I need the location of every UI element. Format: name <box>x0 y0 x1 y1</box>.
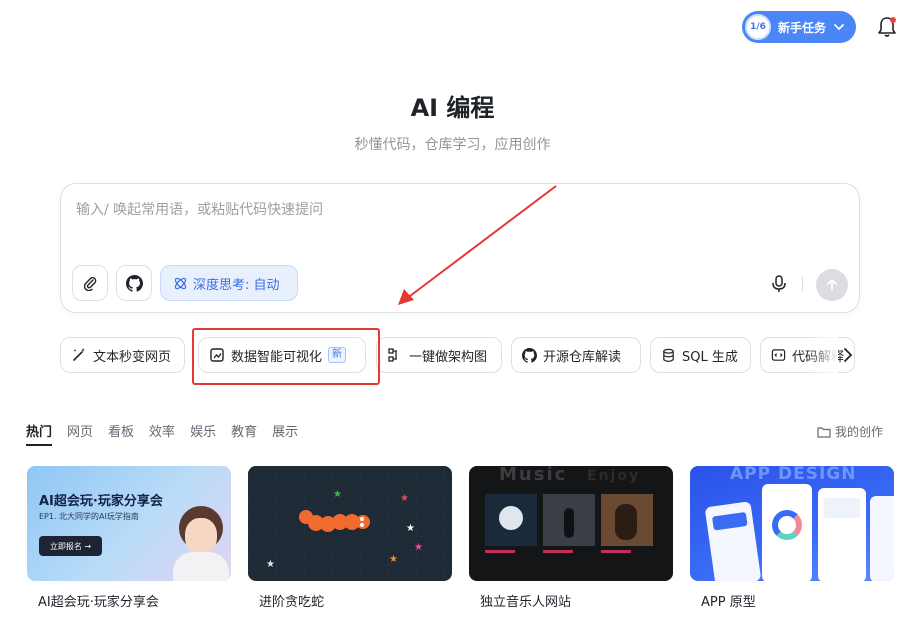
folder-icon <box>817 426 831 438</box>
microphone-icon[interactable] <box>769 274 789 294</box>
svg-text:★: ★ <box>266 559 275 570</box>
avatar-body <box>173 552 229 581</box>
phone-mockup-1 <box>704 501 762 581</box>
phone-mockup-4 <box>870 496 894 581</box>
tab-entertainment[interactable]: 娱乐 <box>190 421 216 446</box>
attach-button[interactable] <box>72 265 108 301</box>
my-creations-link[interactable]: 我的创作 <box>817 423 883 440</box>
svg-text:★: ★ <box>389 554 398 565</box>
card-thumbnail-snake-game[interactable]: ★ ★ ★ ★ ★ ★ <box>248 466 452 581</box>
paperclip-icon <box>83 277 97 291</box>
scroll-fade <box>808 335 838 375</box>
send-button[interactable] <box>816 269 848 301</box>
tab-hot[interactable]: 热门 <box>26 421 53 446</box>
arrow-up-icon <box>827 279 837 291</box>
music-cover-figure <box>543 494 595 546</box>
tab-showcase[interactable]: 展示 <box>272 421 298 446</box>
thumb-faded-heading: Enjoy <box>587 468 641 484</box>
music-cover-guitar <box>601 494 653 546</box>
thumb-heading: Music <box>499 466 568 485</box>
thumb-heading: AI超会玩·玩家分享会 <box>39 494 163 509</box>
tool-architecture-diagram[interactable]: 一键做架构图 <box>376 337 502 373</box>
tool-label: SQL 生成 <box>682 349 738 365</box>
card-title[interactable]: AI超会玩·玩家分享会 <box>38 591 159 610</box>
prompt-input[interactable] <box>76 202 776 218</box>
tab-education[interactable]: 教育 <box>231 421 257 446</box>
category-tabs: 热门 网页 看板 效率 娱乐 教育 展示 <box>26 421 298 446</box>
svg-text:★: ★ <box>414 542 423 553</box>
annotation-highlight-box <box>192 328 380 385</box>
svg-text:★: ★ <box>400 493 409 504</box>
avatar-face <box>185 518 217 554</box>
card-title[interactable]: 进阶贪吃蛇 <box>259 591 324 610</box>
github-icon <box>125 274 143 292</box>
architecture-icon <box>388 348 397 362</box>
tab-dashboard[interactable]: 看板 <box>108 421 134 446</box>
database-icon <box>663 348 674 362</box>
code-icon <box>771 348 786 361</box>
card-title[interactable]: 独立音乐人网站 <box>480 591 571 610</box>
svg-text:★: ★ <box>333 489 342 500</box>
thumb-heading: APP DESIGN <box>730 466 857 484</box>
chevron-right-icon[interactable] <box>840 345 856 365</box>
card-thumbnail-ai-share[interactable]: AI超会玩·玩家分享会 EP1. 北大同学的AI玩学指南 立即报名 → <box>27 466 231 581</box>
tool-label: 一键做架构图 <box>409 349 488 365</box>
prompt-composer: 深度思考: 自动 <box>60 183 860 313</box>
task-label: 新手任务 <box>778 20 827 35</box>
tool-label: 开源仓库解读 <box>543 349 622 365</box>
page-subtitle: 秒懂代码，仓库学习，应用创作 <box>354 137 551 153</box>
magic-wand-icon <box>73 348 85 361</box>
onboarding-task-button[interactable]: 1/6 新手任务 <box>742 11 856 43</box>
phone-mockup-3 <box>818 488 866 581</box>
card-title[interactable]: APP 原型 <box>701 591 756 610</box>
atom-icon <box>174 277 187 289</box>
tab-efficiency[interactable]: 效率 <box>149 421 175 446</box>
my-creations-label: 我的创作 <box>835 425 884 439</box>
music-row-3 <box>601 550 631 553</box>
task-progress-ring: 1/6 <box>745 14 771 40</box>
divider <box>802 276 803 292</box>
music-cover-moon <box>485 494 537 546</box>
phone-mockup-2 <box>762 484 812 581</box>
tool-label: 文本秒变网页 <box>93 349 172 365</box>
tool-sql-generate[interactable]: SQL 生成 <box>650 337 751 373</box>
page-title: AI 编程 <box>410 94 495 122</box>
music-row-1 <box>485 550 515 553</box>
thumb-signup-button: 立即报名 → <box>39 536 102 556</box>
deep-think-label: 深度思考: 自动 <box>193 277 280 293</box>
tab-web[interactable]: 网页 <box>67 421 93 446</box>
snake-game-illustration: ★ ★ ★ ★ ★ ★ <box>248 466 452 581</box>
card-thumbnail-music-site[interactable]: Music Enjoy <box>469 466 673 581</box>
tool-text-to-webpage[interactable]: 文本秒变网页 <box>60 337 185 373</box>
deep-think-toggle[interactable]: 深度思考: 自动 <box>160 265 298 301</box>
github-icon <box>522 347 537 363</box>
card-thumbnail-app-prototype[interactable]: APP DESIGN <box>690 466 894 581</box>
svg-text:★: ★ <box>406 523 415 534</box>
chevron-down-icon <box>834 24 844 31</box>
music-row-2 <box>543 550 573 553</box>
notification-dot <box>890 17 896 23</box>
thumb-subtitle: EP1. 北大同学的AI玩学指南 <box>39 512 139 521</box>
github-import-button[interactable] <box>116 265 152 301</box>
tool-repo-explain[interactable]: 开源仓库解读 <box>511 337 641 373</box>
